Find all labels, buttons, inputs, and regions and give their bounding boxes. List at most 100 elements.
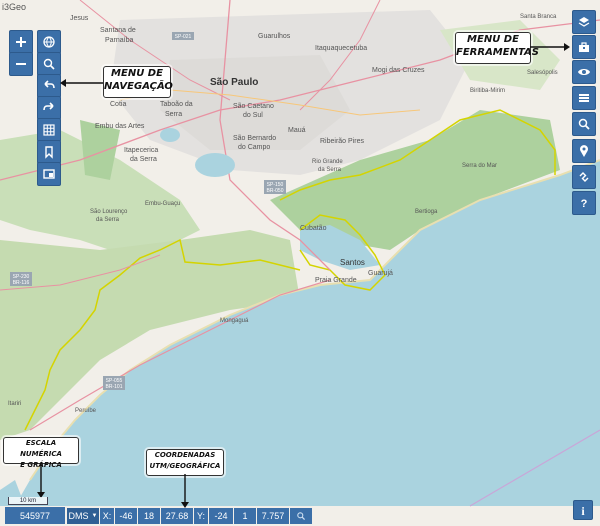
map-label-embu: Embu das Artes: [95, 123, 145, 130]
y-degrees: -24: [209, 508, 233, 524]
nav-menu-callout-line2: NAVEGAÇÃO: [104, 81, 173, 92]
eye-button[interactable]: [572, 60, 596, 84]
map-label-jesus: Jesus: [70, 15, 89, 22]
nav-menu-callout-line1: MENU DE: [111, 68, 163, 79]
map-label-maua: Mauá: [288, 127, 306, 134]
layers-button[interactable]: [572, 10, 596, 34]
globe-icon: [43, 36, 55, 48]
coord-format-value: DMS: [68, 511, 89, 521]
window-button[interactable]: [37, 162, 61, 186]
map-label-praia-grande: Praia Grande: [315, 277, 357, 284]
map-label-br116: BR-116: [13, 280, 30, 286]
layers-icon: [578, 17, 590, 27]
redo-icon: [43, 102, 54, 111]
coords-callout-line2: UTM/GEOGRÁFICA: [149, 462, 221, 470]
x-label: X:: [100, 508, 114, 524]
map-label-mongagua: Mongaguá: [220, 318, 249, 324]
nav-menu-callout: MENU DE NAVEGAÇÃO: [103, 66, 173, 98]
info-button[interactable]: i: [573, 500, 593, 520]
zoom-out-icon: [16, 63, 26, 65]
map-label-salesopolis: Salesópolis: [527, 70, 558, 76]
map-pin-button[interactable]: [572, 139, 596, 163]
map-label-bertioga: Bertioga: [415, 209, 438, 215]
coords-callout-line1: COORDENADAS: [154, 451, 216, 459]
map-label-sao-lourenco: São Lourenço: [90, 209, 128, 215]
map-label-parnaiba: Parnaíba: [105, 37, 134, 44]
app-brand: i3Geo: [2, 2, 27, 12]
map-label-rio-grande: Rio Grande: [312, 159, 343, 165]
info-icon: i: [581, 504, 585, 517]
map-label-sao-caetano2: do Sul: [243, 112, 263, 119]
svg-text:?: ?: [581, 198, 588, 210]
map-label-cubatao: Cubatão: [300, 225, 327, 232]
y-seconds: 7.757: [257, 508, 289, 524]
zoom-in-icon: [16, 37, 26, 47]
map-label-santa-branca: Santa Branca: [520, 14, 557, 20]
map-label-biritiba: Biritiba-Mirim: [470, 88, 505, 94]
list-button[interactable]: [572, 86, 596, 110]
map-label-guaruja: Guarujá: [368, 270, 393, 277]
y-label: Y:: [194, 508, 208, 524]
map-pin-icon: [580, 145, 588, 157]
x-minutes: 18: [138, 508, 160, 524]
map-label-br101: BR-101: [106, 384, 123, 390]
globe-button[interactable]: [37, 30, 61, 54]
map-label-mogi: Mogi das Cruzes: [372, 67, 425, 74]
x-seconds: 27.68: [161, 508, 193, 524]
grid-icon: [43, 124, 55, 136]
help-button[interactable]: ?: [572, 191, 596, 215]
link-button[interactable]: [572, 165, 596, 189]
grid-button[interactable]: [37, 118, 61, 142]
chevron-down-icon: ▼: [91, 513, 98, 519]
map-label-peruibe: Peruíbe: [75, 408, 97, 414]
toolbox-button[interactable]: [572, 35, 596, 59]
zoom-in-button[interactable]: [9, 30, 33, 54]
map-label-itapecerica2: da Serra: [130, 156, 157, 163]
zoom-out-button[interactable]: [9, 52, 33, 76]
scale-callout: ESCALA NUMÉRICA E GRÁFICA: [3, 437, 79, 469]
map-label-cotia: Cotia: [110, 101, 126, 108]
window-icon: [43, 169, 55, 179]
redo-button[interactable]: [37, 96, 61, 120]
tools-menu-arrow: [530, 43, 570, 51]
map-label-itaquaquecetuba: Itaquaquecetuba: [315, 45, 367, 52]
map-label-sao-paulo: São Paulo: [210, 77, 258, 88]
magnifier-icon: [297, 512, 306, 521]
map-label-ribeirao: Ribeirão Pires: [320, 138, 364, 145]
map-label-taboao2: Serra: [165, 111, 182, 118]
map-label-guarulhos: Guarulhos: [258, 33, 291, 40]
scale-bar: 10 km: [8, 497, 48, 505]
map-label-sao-bernardo: São Bernardo: [233, 135, 276, 142]
help-icon: ?: [581, 198, 588, 210]
bookmark-icon: [45, 146, 53, 159]
bookmark-button[interactable]: [37, 140, 61, 164]
coords-callout: COORDENADAS UTM/GEOGRÁFICA: [146, 449, 224, 476]
map-label-serra-mar: Serra do Mar: [462, 163, 497, 169]
scale-bar-label: 10 km: [19, 497, 37, 504]
zoom-box-button[interactable]: [37, 52, 61, 76]
map-label-sao-bernardo2: do Campo: [238, 144, 270, 151]
map-label-sao-caetano: São Caetano: [233, 103, 274, 110]
undo-button[interactable]: [37, 74, 61, 98]
link-icon: [579, 172, 589, 182]
tools-menu-callout-line2: FERRAMENTAS: [456, 47, 539, 58]
toolbox-icon: [579, 42, 589, 52]
coords-zoom-button[interactable]: [290, 508, 312, 524]
coord-format-select[interactable]: DMS ▼: [67, 508, 99, 524]
list-icon: [579, 94, 589, 102]
nav-menu-arrow: [60, 79, 103, 87]
tools-menu-callout: MENU DE FERRAMENTAS: [455, 32, 539, 64]
zoom-box-icon: [43, 58, 55, 70]
map-label-br050: BR-050: [267, 188, 284, 194]
map-label-sp021: SP-021: [175, 34, 192, 40]
numeric-scale[interactable]: 545977: [5, 507, 65, 524]
tools-menu-callout-line1: MENU DE: [467, 34, 519, 45]
undo-icon: [44, 80, 55, 89]
scale-arrow: [37, 462, 45, 498]
map-label-santana: Santana de: [100, 27, 136, 34]
map-label-santos: Santos: [340, 258, 365, 267]
x-degrees: -46: [115, 508, 137, 524]
eye-icon: [578, 69, 590, 75]
search-icon: [578, 118, 590, 130]
search-button[interactable]: [572, 112, 596, 136]
